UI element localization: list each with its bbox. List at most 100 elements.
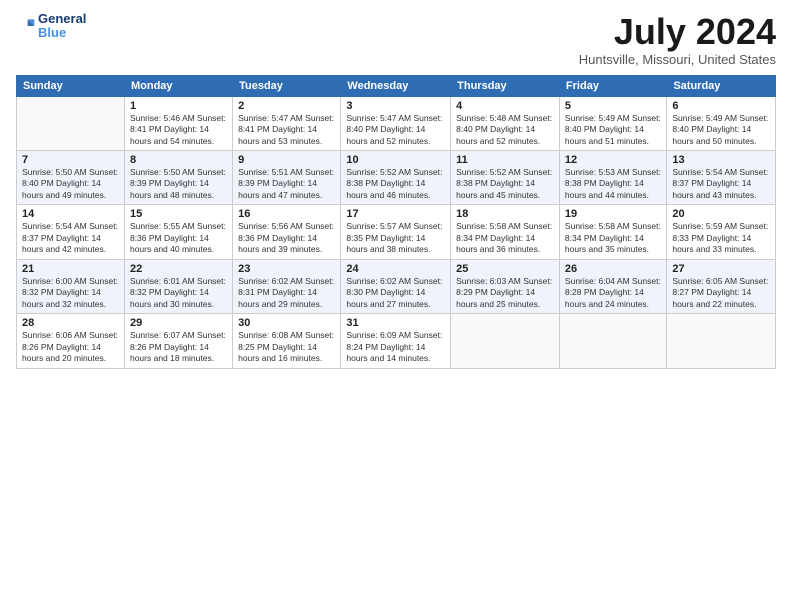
day-cell: 26Sunrise: 6:04 AM Sunset: 8:28 PM Dayli… bbox=[559, 259, 666, 313]
logo-icon bbox=[16, 16, 36, 36]
day-cell: 8Sunrise: 5:50 AM Sunset: 8:39 PM Daylig… bbox=[124, 151, 232, 205]
header: General Blue July 2024 Huntsville, Misso… bbox=[16, 12, 776, 67]
day-number: 11 bbox=[456, 154, 554, 166]
day-number: 7 bbox=[22, 154, 119, 166]
day-info: Sunrise: 5:46 AM Sunset: 8:41 PM Dayligh… bbox=[130, 113, 227, 147]
logo: General Blue bbox=[16, 12, 86, 41]
day-cell: 5Sunrise: 5:49 AM Sunset: 8:40 PM Daylig… bbox=[559, 96, 666, 150]
day-cell: 21Sunrise: 6:00 AM Sunset: 8:32 PM Dayli… bbox=[17, 259, 125, 313]
main-title: July 2024 bbox=[579, 12, 776, 52]
day-number: 31 bbox=[346, 317, 445, 329]
day-number: 6 bbox=[672, 100, 770, 112]
day-number: 3 bbox=[346, 100, 445, 112]
day-cell: 28Sunrise: 6:06 AM Sunset: 8:26 PM Dayli… bbox=[17, 314, 125, 368]
day-cell: 18Sunrise: 5:58 AM Sunset: 8:34 PM Dayli… bbox=[451, 205, 560, 259]
day-cell: 11Sunrise: 5:52 AM Sunset: 8:38 PM Dayli… bbox=[451, 151, 560, 205]
day-number: 24 bbox=[346, 263, 445, 275]
day-cell: 10Sunrise: 5:52 AM Sunset: 8:38 PM Dayli… bbox=[341, 151, 451, 205]
day-cell: 7Sunrise: 5:50 AM Sunset: 8:40 PM Daylig… bbox=[17, 151, 125, 205]
day-cell: 13Sunrise: 5:54 AM Sunset: 8:37 PM Dayli… bbox=[667, 151, 776, 205]
day-info: Sunrise: 5:50 AM Sunset: 8:39 PM Dayligh… bbox=[130, 167, 227, 201]
day-info: Sunrise: 5:54 AM Sunset: 8:37 PM Dayligh… bbox=[22, 221, 119, 255]
day-number: 19 bbox=[565, 208, 661, 220]
day-cell: 31Sunrise: 6:09 AM Sunset: 8:24 PM Dayli… bbox=[341, 314, 451, 368]
day-info: Sunrise: 6:04 AM Sunset: 8:28 PM Dayligh… bbox=[565, 276, 661, 310]
col-header-wednesday: Wednesday bbox=[341, 75, 451, 96]
page: General Blue July 2024 Huntsville, Misso… bbox=[0, 0, 792, 612]
day-cell: 15Sunrise: 5:55 AM Sunset: 8:36 PM Dayli… bbox=[124, 205, 232, 259]
day-cell bbox=[559, 314, 666, 368]
day-info: Sunrise: 5:50 AM Sunset: 8:40 PM Dayligh… bbox=[22, 167, 119, 201]
day-number: 22 bbox=[130, 263, 227, 275]
day-number: 9 bbox=[238, 154, 335, 166]
week-row-5: 28Sunrise: 6:06 AM Sunset: 8:26 PM Dayli… bbox=[17, 314, 776, 368]
day-cell: 6Sunrise: 5:49 AM Sunset: 8:40 PM Daylig… bbox=[667, 96, 776, 150]
day-cell: 17Sunrise: 5:57 AM Sunset: 8:35 PM Dayli… bbox=[341, 205, 451, 259]
day-number: 14 bbox=[22, 208, 119, 220]
day-cell: 24Sunrise: 6:02 AM Sunset: 8:30 PM Dayli… bbox=[341, 259, 451, 313]
day-number: 5 bbox=[565, 100, 661, 112]
day-cell: 22Sunrise: 6:01 AM Sunset: 8:32 PM Dayli… bbox=[124, 259, 232, 313]
day-info: Sunrise: 6:07 AM Sunset: 8:26 PM Dayligh… bbox=[130, 330, 227, 364]
day-cell: 12Sunrise: 5:53 AM Sunset: 8:38 PM Dayli… bbox=[559, 151, 666, 205]
day-number: 1 bbox=[130, 100, 227, 112]
day-number: 29 bbox=[130, 317, 227, 329]
day-cell bbox=[17, 96, 125, 150]
subtitle: Huntsville, Missouri, United States bbox=[579, 52, 776, 67]
day-cell: 23Sunrise: 6:02 AM Sunset: 8:31 PM Dayli… bbox=[233, 259, 341, 313]
day-number: 16 bbox=[238, 208, 335, 220]
day-info: Sunrise: 5:54 AM Sunset: 8:37 PM Dayligh… bbox=[672, 167, 770, 201]
day-info: Sunrise: 5:56 AM Sunset: 8:36 PM Dayligh… bbox=[238, 221, 335, 255]
week-row-3: 14Sunrise: 5:54 AM Sunset: 8:37 PM Dayli… bbox=[17, 205, 776, 259]
col-header-tuesday: Tuesday bbox=[233, 75, 341, 96]
day-cell: 16Sunrise: 5:56 AM Sunset: 8:36 PM Dayli… bbox=[233, 205, 341, 259]
day-number: 21 bbox=[22, 263, 119, 275]
day-number: 10 bbox=[346, 154, 445, 166]
day-number: 8 bbox=[130, 154, 227, 166]
week-row-1: 1Sunrise: 5:46 AM Sunset: 8:41 PM Daylig… bbox=[17, 96, 776, 150]
day-info: Sunrise: 6:00 AM Sunset: 8:32 PM Dayligh… bbox=[22, 276, 119, 310]
title-area: July 2024 Huntsville, Missouri, United S… bbox=[579, 12, 776, 67]
day-info: Sunrise: 5:58 AM Sunset: 8:34 PM Dayligh… bbox=[456, 221, 554, 255]
day-info: Sunrise: 5:52 AM Sunset: 8:38 PM Dayligh… bbox=[456, 167, 554, 201]
day-number: 4 bbox=[456, 100, 554, 112]
day-cell bbox=[667, 314, 776, 368]
day-cell: 9Sunrise: 5:51 AM Sunset: 8:39 PM Daylig… bbox=[233, 151, 341, 205]
week-row-2: 7Sunrise: 5:50 AM Sunset: 8:40 PM Daylig… bbox=[17, 151, 776, 205]
day-cell: 4Sunrise: 5:48 AM Sunset: 8:40 PM Daylig… bbox=[451, 96, 560, 150]
day-number: 26 bbox=[565, 263, 661, 275]
week-row-4: 21Sunrise: 6:00 AM Sunset: 8:32 PM Dayli… bbox=[17, 259, 776, 313]
day-number: 23 bbox=[238, 263, 335, 275]
day-cell: 1Sunrise: 5:46 AM Sunset: 8:41 PM Daylig… bbox=[124, 96, 232, 150]
day-info: Sunrise: 6:02 AM Sunset: 8:31 PM Dayligh… bbox=[238, 276, 335, 310]
day-number: 15 bbox=[130, 208, 227, 220]
day-number: 17 bbox=[346, 208, 445, 220]
day-cell: 25Sunrise: 6:03 AM Sunset: 8:29 PM Dayli… bbox=[451, 259, 560, 313]
day-cell: 19Sunrise: 5:58 AM Sunset: 8:34 PM Dayli… bbox=[559, 205, 666, 259]
day-number: 27 bbox=[672, 263, 770, 275]
day-info: Sunrise: 6:03 AM Sunset: 8:29 PM Dayligh… bbox=[456, 276, 554, 310]
col-header-monday: Monday bbox=[124, 75, 232, 96]
col-header-saturday: Saturday bbox=[667, 75, 776, 96]
day-cell: 3Sunrise: 5:47 AM Sunset: 8:40 PM Daylig… bbox=[341, 96, 451, 150]
day-info: Sunrise: 5:49 AM Sunset: 8:40 PM Dayligh… bbox=[672, 113, 770, 147]
day-info: Sunrise: 5:57 AM Sunset: 8:35 PM Dayligh… bbox=[346, 221, 445, 255]
day-cell: 2Sunrise: 5:47 AM Sunset: 8:41 PM Daylig… bbox=[233, 96, 341, 150]
day-info: Sunrise: 5:58 AM Sunset: 8:34 PM Dayligh… bbox=[565, 221, 661, 255]
day-cell: 14Sunrise: 5:54 AM Sunset: 8:37 PM Dayli… bbox=[17, 205, 125, 259]
calendar-header-row: SundayMondayTuesdayWednesdayThursdayFrid… bbox=[17, 75, 776, 96]
day-number: 12 bbox=[565, 154, 661, 166]
day-number: 20 bbox=[672, 208, 770, 220]
day-cell: 20Sunrise: 5:59 AM Sunset: 8:33 PM Dayli… bbox=[667, 205, 776, 259]
day-info: Sunrise: 5:51 AM Sunset: 8:39 PM Dayligh… bbox=[238, 167, 335, 201]
day-cell: 30Sunrise: 6:08 AM Sunset: 8:25 PM Dayli… bbox=[233, 314, 341, 368]
calendar-table: SundayMondayTuesdayWednesdayThursdayFrid… bbox=[16, 75, 776, 369]
day-info: Sunrise: 6:06 AM Sunset: 8:26 PM Dayligh… bbox=[22, 330, 119, 364]
day-info: Sunrise: 5:49 AM Sunset: 8:40 PM Dayligh… bbox=[565, 113, 661, 147]
day-number: 28 bbox=[22, 317, 119, 329]
day-info: Sunrise: 6:02 AM Sunset: 8:30 PM Dayligh… bbox=[346, 276, 445, 310]
day-number: 30 bbox=[238, 317, 335, 329]
day-info: Sunrise: 6:05 AM Sunset: 8:27 PM Dayligh… bbox=[672, 276, 770, 310]
col-header-thursday: Thursday bbox=[451, 75, 560, 96]
day-info: Sunrise: 5:53 AM Sunset: 8:38 PM Dayligh… bbox=[565, 167, 661, 201]
